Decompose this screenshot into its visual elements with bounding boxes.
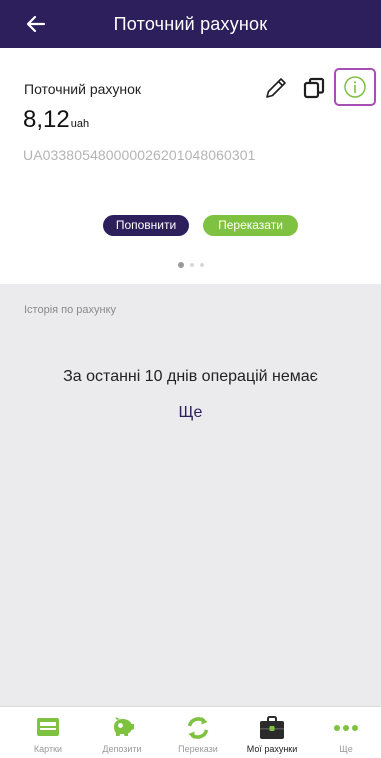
briefcase-icon: [260, 716, 284, 739]
carousel-dot[interactable]: [178, 262, 184, 268]
card-icon: [37, 718, 59, 736]
bottom-nav: Картки Депозити Перекази Мої рахунки Ще: [0, 706, 381, 758]
nav-label: Мої рахунки: [246, 744, 298, 754]
page-title: Поточний рахунок: [113, 14, 268, 34]
account-name: Поточний рахунок: [24, 81, 142, 97]
nav-item-deposits[interactable]: Депозити: [84, 707, 160, 758]
more-dots-icon: [334, 725, 358, 731]
account-iban: UA033805480000026201048060301: [23, 147, 256, 163]
transfer-button[interactable]: Переказати: [203, 215, 298, 236]
account-balance: 8,12uah: [23, 106, 89, 134]
header-bar: Поточний рахунок: [0, 0, 381, 48]
nav-label: Перекази: [178, 744, 218, 754]
info-icon: [344, 76, 366, 98]
account-screen: Поточний рахунок Поточний рахунок 8,12ua…: [0, 0, 381, 758]
account-card: Поточний рахунок 8,12uah UA0338054800000…: [0, 48, 381, 284]
carousel-dot[interactable]: [200, 263, 204, 267]
empty-history-message: За останні 10 днів операцій немає: [63, 368, 318, 385]
nav-label: Ще: [339, 744, 353, 754]
pencil-icon: [266, 78, 286, 98]
nav-label: Депозити: [102, 744, 142, 754]
carousel-indicator: [178, 262, 204, 268]
nav-item-my-accounts[interactable]: Мої рахунки: [234, 707, 310, 758]
copy-icon: [303, 77, 325, 99]
balance-currency: uah: [70, 118, 90, 130]
transfer-arrows-icon: [187, 717, 209, 739]
more-history-link[interactable]: Ще: [0, 404, 381, 422]
rename-account-button[interactable]: [263, 75, 289, 101]
nav-item-transfers[interactable]: Перекази: [160, 707, 236, 758]
nav-item-cards[interactable]: Картки: [10, 707, 86, 758]
nav-label: Картки: [33, 744, 63, 754]
carousel-dot[interactable]: [190, 263, 194, 267]
history-section-title: Історія по рахунку: [24, 304, 117, 316]
topup-button[interactable]: Поповнити: [103, 215, 189, 236]
account-info-button[interactable]: [334, 68, 376, 106]
piggy-bank-icon: [114, 717, 134, 736]
balance-amount: 8,12: [23, 106, 70, 133]
nav-item-more[interactable]: Ще: [308, 707, 381, 758]
copy-iban-button[interactable]: [302, 76, 326, 100]
